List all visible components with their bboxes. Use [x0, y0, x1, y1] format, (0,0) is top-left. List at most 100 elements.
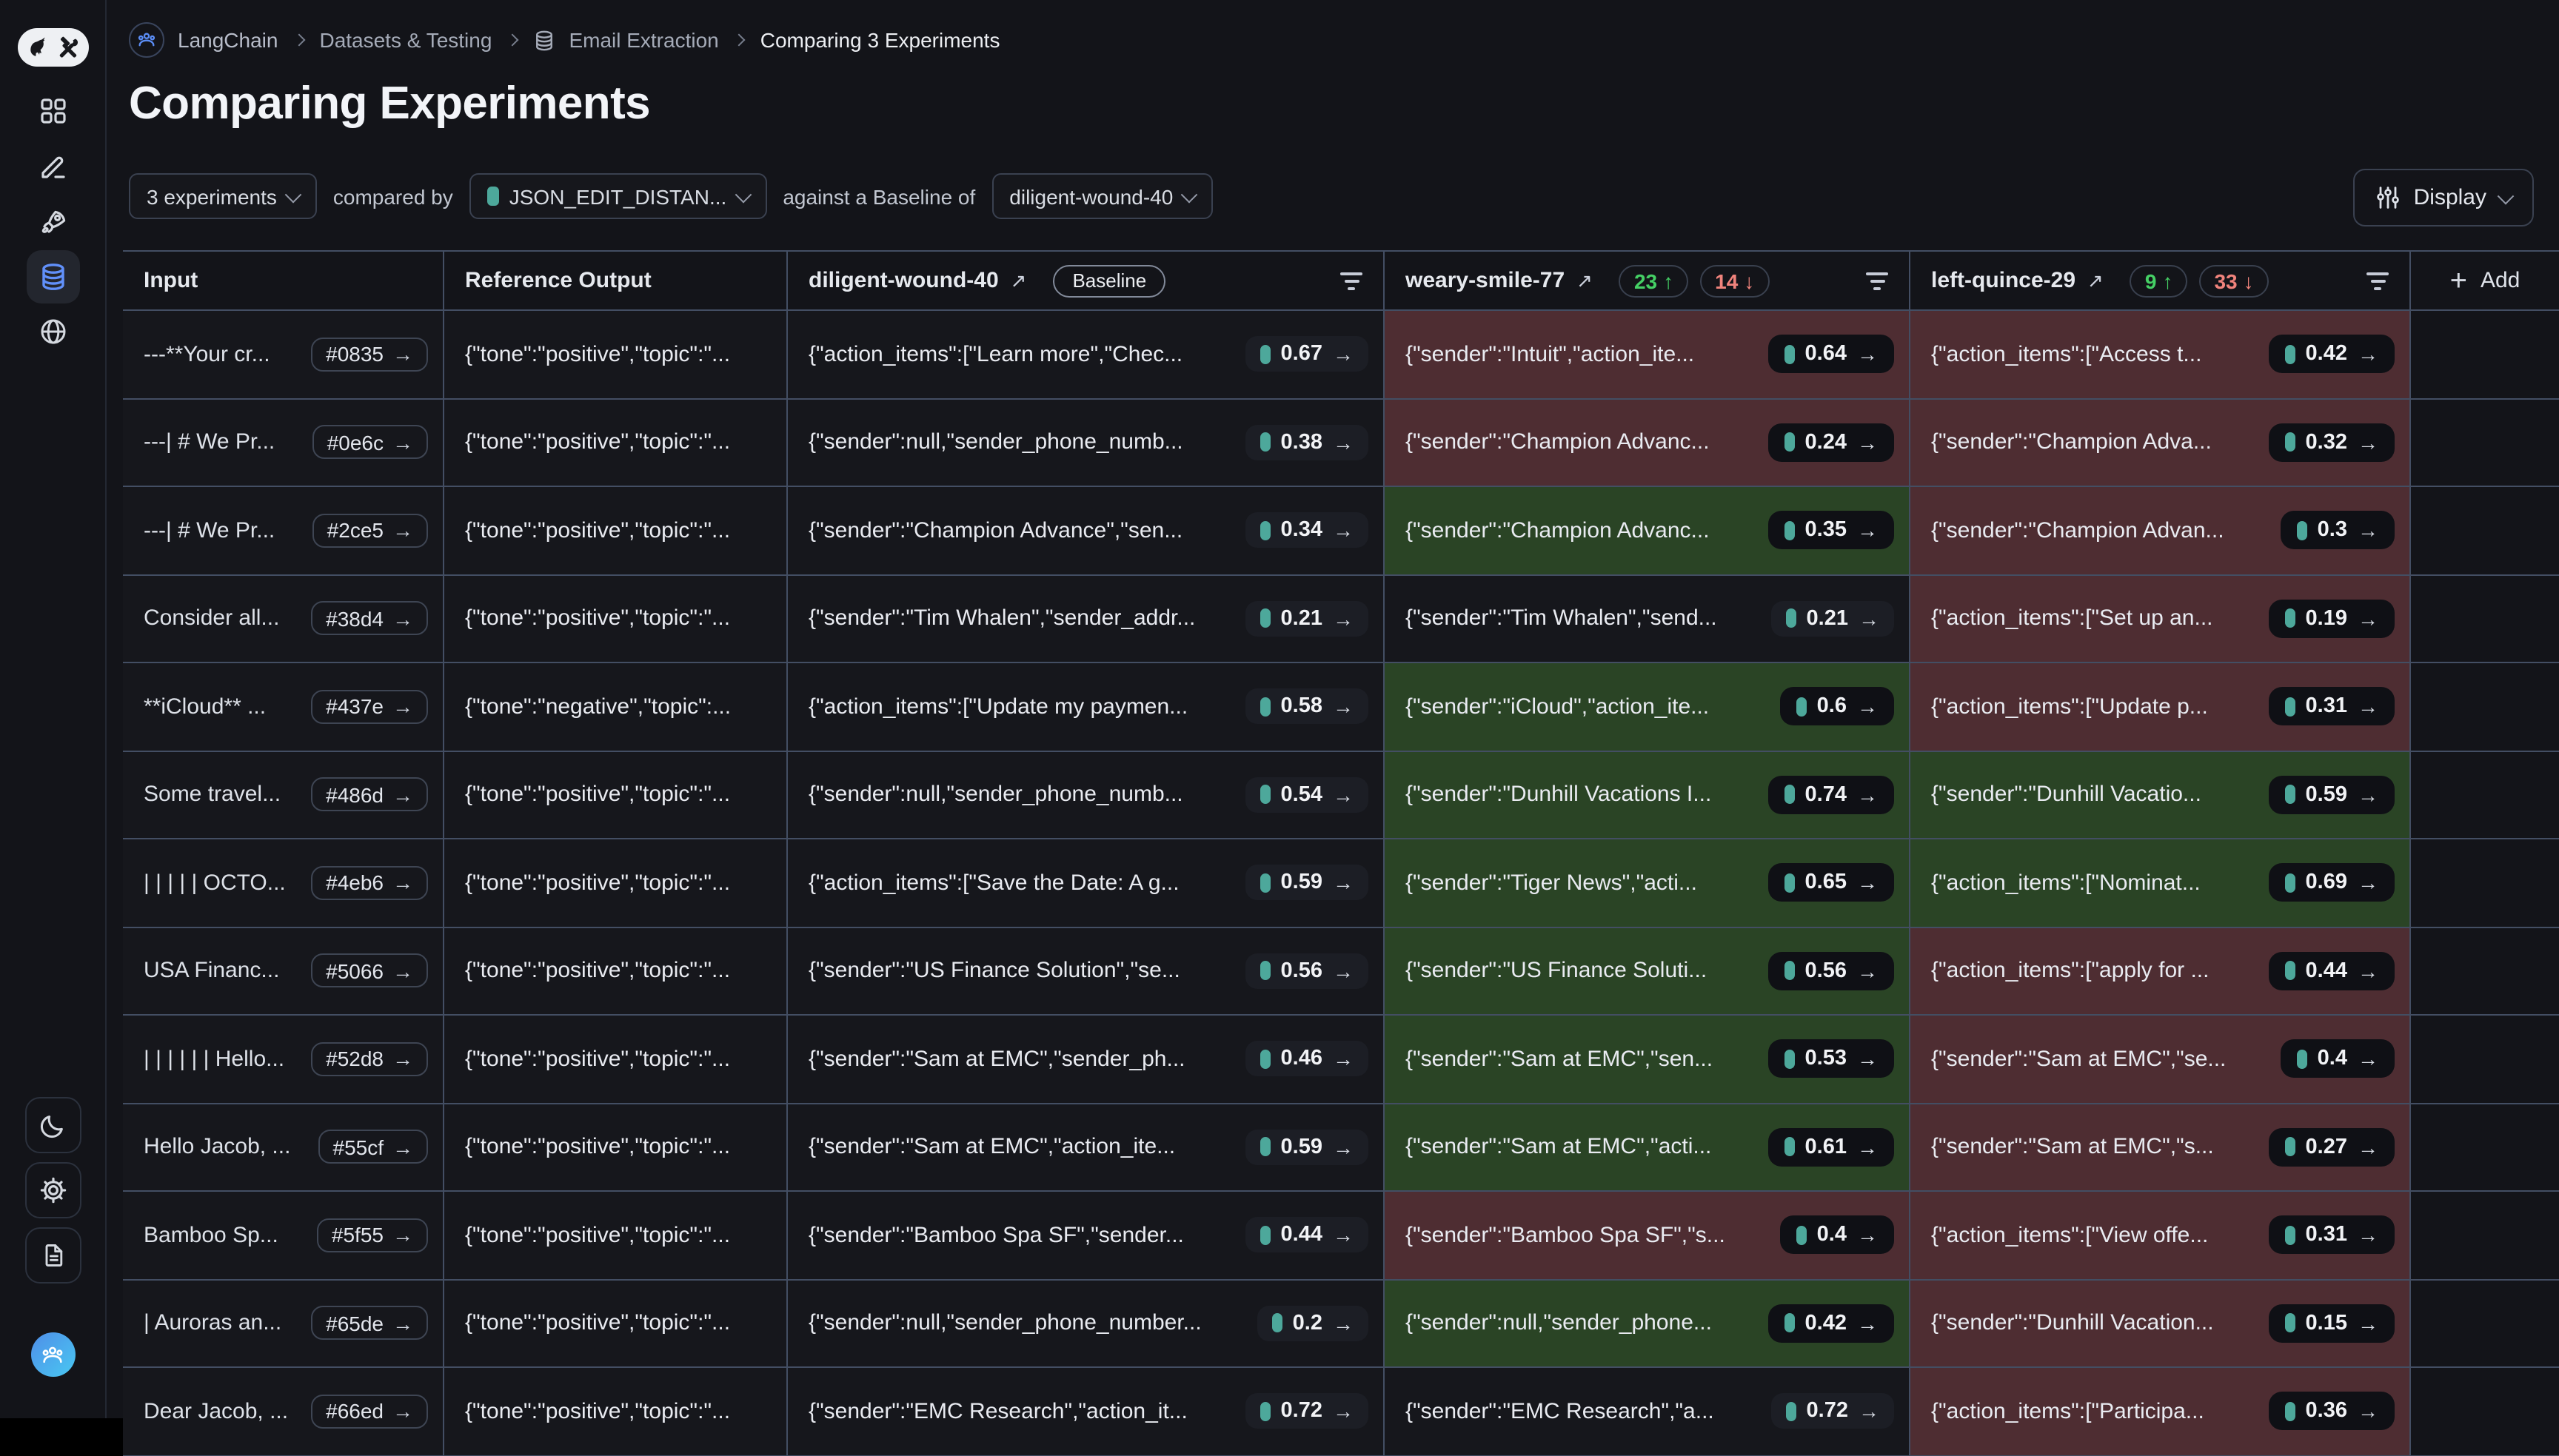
user-avatar[interactable]: [30, 1332, 75, 1377]
input-cell[interactable]: Dear Jacob, ... #66ed →: [123, 1368, 444, 1456]
reference-output-cell[interactable]: {"tone":"positive","topic":"...: [444, 751, 788, 839]
experiment-result-cell[interactable]: {"action_items":["Nominat... 0.69 →: [1910, 839, 2411, 927]
score-chip[interactable]: 0.46 →: [1245, 1041, 1368, 1077]
score-chip[interactable]: 0.56 →: [1245, 953, 1368, 989]
sidebar-item-annotate[interactable]: [26, 139, 79, 192]
improved-count-badge[interactable]: 23↑: [1619, 264, 1688, 297]
input-cell[interactable]: ---**Your cr... #0835 →: [123, 311, 444, 399]
reference-output-cell[interactable]: {"tone":"positive","topic":"...: [444, 487, 788, 575]
input-cell[interactable]: Bamboo Sp... #5f55 →: [123, 1192, 444, 1280]
filter-icon[interactable]: [1340, 272, 1362, 289]
experiment-result-cell[interactable]: {"sender":"Dunhill Vacation... 0.15 →: [1910, 1280, 2411, 1368]
experiment-result-cell[interactable]: {"sender":"Champion Advan... 0.3 →: [1910, 487, 2411, 575]
input-cell[interactable]: USA Financ... #5066 →: [123, 927, 444, 1016]
input-cell[interactable]: Consider all... #38d4 →: [123, 575, 444, 663]
docs-button[interactable]: [24, 1227, 81, 1284]
experiment-result-cell[interactable]: {"sender":null,"sender_phone... 0.42 →: [1385, 1280, 1910, 1368]
score-chip[interactable]: 0.6 →: [1780, 688, 1894, 726]
experiment-result-cell[interactable]: {"sender":"Tim Whalen","send... 0.21 →: [1385, 575, 1910, 663]
langsmith-logo[interactable]: [18, 28, 89, 67]
experiment-result-cell[interactable]: {"action_items":["Participa... 0.36 →: [1910, 1368, 2411, 1456]
experiment-result-cell[interactable]: {"sender":"Intuit","action_ite... 0.64 →: [1385, 311, 1910, 399]
score-chip[interactable]: 0.58 →: [1245, 689, 1368, 725]
reference-output-cell[interactable]: {"tone":"positive","topic":"...: [444, 311, 788, 399]
score-chip[interactable]: 0.56 →: [1768, 952, 1894, 990]
score-chip[interactable]: 0.31 →: [2269, 1216, 2395, 1255]
score-chip[interactable]: 0.36 →: [2269, 1392, 2395, 1431]
dark-mode-toggle[interactable]: [24, 1097, 81, 1153]
experiment-result-cell[interactable]: {"sender":null,"sender_phone_numb... 0.5…: [788, 751, 1385, 839]
row-id-link[interactable]: #486d →: [311, 778, 428, 812]
score-chip[interactable]: 0.64 →: [1768, 335, 1894, 374]
reference-output-cell[interactable]: {"tone":"positive","topic":"...: [444, 927, 788, 1016]
experiment-result-cell[interactable]: {"action_items":["Save the Date: A g... …: [788, 839, 1385, 927]
sidebar-item-datasets[interactable]: [26, 250, 79, 303]
reference-output-cell[interactable]: {"tone":"positive","topic":"...: [444, 1104, 788, 1192]
experiment-result-cell[interactable]: {"sender":"US Finance Soluti... 0.56 →: [1385, 927, 1910, 1016]
score-chip[interactable]: 0.19 →: [2269, 600, 2395, 638]
experiment-result-cell[interactable]: {"sender":"Tim Whalen","sender_addr... 0…: [788, 575, 1385, 663]
score-chip[interactable]: 0.21 →: [1771, 601, 1894, 637]
row-id-link[interactable]: #55cf →: [318, 1130, 429, 1164]
score-chip[interactable]: 0.27 →: [2269, 1128, 2395, 1167]
experiment-result-cell[interactable]: {"action_items":["Update p... 0.31 →: [1910, 663, 2411, 751]
reference-output-cell[interactable]: {"tone":"positive","topic":"...: [444, 839, 788, 927]
score-chip[interactable]: 0.53 →: [1768, 1040, 1894, 1078]
input-cell[interactable]: | | | | | | Hello... #52d8 →: [123, 1016, 444, 1104]
score-chip[interactable]: 0.42 →: [2269, 335, 2395, 374]
score-chip[interactable]: 0.4 →: [1780, 1216, 1894, 1255]
score-chip[interactable]: 0.44 →: [1245, 1218, 1368, 1253]
score-chip[interactable]: 0.31 →: [2269, 688, 2395, 726]
score-chip[interactable]: 0.59 →: [2269, 776, 2395, 814]
experiment-result-cell[interactable]: {"sender":"EMC Research","a... 0.72 →: [1385, 1368, 1910, 1456]
experiment-result-cell[interactable]: {"sender":"Champion Advance","sen... 0.3…: [788, 487, 1385, 575]
experiment-result-cell[interactable]: {"sender":"Sam at EMC","acti... 0.61 →: [1385, 1104, 1910, 1192]
breadcrumb-org[interactable]: LangChain: [178, 28, 278, 52]
score-chip[interactable]: 0.44 →: [2269, 952, 2395, 990]
filter-icon[interactable]: [1866, 272, 1888, 289]
experiment-result-cell[interactable]: {"sender":null,"sender_phone_numb... 0.3…: [788, 399, 1385, 487]
row-id-link[interactable]: #66ed →: [311, 1395, 428, 1429]
reference-output-cell[interactable]: {"tone":"positive","topic":"...: [444, 1280, 788, 1368]
experiment-result-cell[interactable]: {"sender":"Bamboo Spa SF","sender... 0.4…: [788, 1192, 1385, 1280]
row-id-link[interactable]: #4eb6 →: [311, 866, 428, 900]
score-chip[interactable]: 0.59 →: [1245, 865, 1368, 901]
score-chip[interactable]: 0.61 →: [1768, 1128, 1894, 1167]
score-chip[interactable]: 0.21 →: [1245, 601, 1368, 637]
score-chip[interactable]: 0.74 →: [1768, 776, 1894, 814]
row-id-link[interactable]: #65de →: [311, 1306, 428, 1341]
experiment-result-cell[interactable]: {"sender":"EMC Research","action_it... 0…: [788, 1368, 1385, 1456]
experiment-result-cell[interactable]: {"sender":"Champion Advanc... 0.24 →: [1385, 399, 1910, 487]
reference-output-cell[interactable]: {"tone":"positive","topic":"...: [444, 1192, 788, 1280]
experiment-result-cell[interactable]: {"sender":"Bamboo Spa SF","s... 0.4 →: [1385, 1192, 1910, 1280]
open-experiment-icon[interactable]: ↗: [1011, 269, 1027, 292]
input-cell[interactable]: | | | | | OCTO... #4eb6 →: [123, 839, 444, 927]
experiment-result-cell[interactable]: {"sender":"Champion Adva... 0.32 →: [1910, 399, 2411, 487]
experiment-result-cell[interactable]: {"action_items":["Learn more","Chec... 0…: [788, 311, 1385, 399]
experiment-result-cell[interactable]: {"action_items":["View offe... 0.31 →: [1910, 1192, 2411, 1280]
experiment-result-cell[interactable]: {"sender":"Dunhill Vacatio... 0.59 →: [1910, 751, 2411, 839]
sidebar-item-playground[interactable]: [26, 305, 79, 358]
experiment-result-cell[interactable]: {"action_items":["apply for ... 0.44 →: [1910, 927, 2411, 1016]
input-cell[interactable]: Hello Jacob, ... #55cf →: [123, 1104, 444, 1192]
row-id-link[interactable]: #38d4 →: [311, 602, 428, 636]
row-id-link[interactable]: #0e6c →: [312, 426, 428, 460]
input-cell[interactable]: **iCloud** ... #437e →: [123, 663, 444, 751]
score-chip[interactable]: 0.54 →: [1245, 777, 1368, 813]
sidebar-item-home[interactable]: [26, 84, 79, 138]
regressed-count-badge[interactable]: 14↓: [1700, 264, 1769, 297]
score-chip[interactable]: 0.42 →: [1768, 1304, 1894, 1343]
sidebar-item-deployments[interactable]: [26, 195, 79, 249]
row-id-link[interactable]: #5f55 →: [317, 1218, 428, 1252]
input-cell[interactable]: Some travel... #486d →: [123, 751, 444, 839]
breadcrumb-datasets-testing[interactable]: Datasets & Testing: [319, 28, 492, 52]
experiment-result-cell[interactable]: {"sender":"Dunhill Vacations I... 0.74 →: [1385, 751, 1910, 839]
row-id-link[interactable]: #5066 →: [311, 954, 428, 988]
breadcrumb-dataset[interactable]: Email Extraction: [569, 28, 718, 52]
row-id-link[interactable]: #0835 →: [311, 338, 428, 372]
improved-count-badge[interactable]: 9↑: [2130, 264, 2188, 297]
reference-output-cell[interactable]: {"tone":"positive","topic":"...: [444, 575, 788, 663]
score-chip[interactable]: 0.59 →: [1245, 1130, 1368, 1165]
experiment-result-cell[interactable]: {"sender":"US Finance Solution","se... 0…: [788, 927, 1385, 1016]
experiment-result-cell[interactable]: {"sender":"Sam at EMC","action_ite... 0.…: [788, 1104, 1385, 1192]
